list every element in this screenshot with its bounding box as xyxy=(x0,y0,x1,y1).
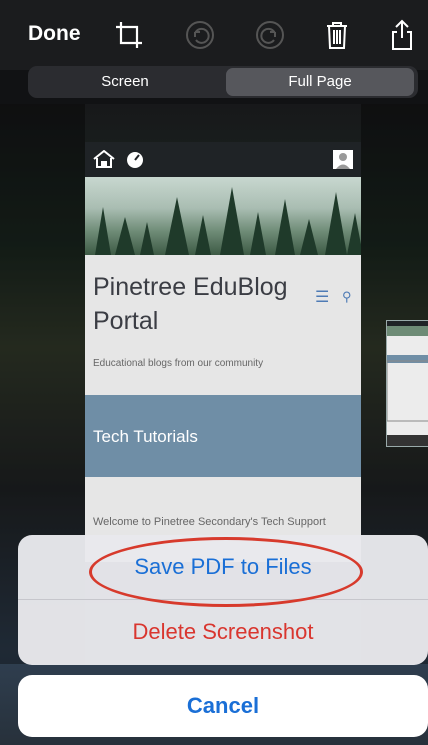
hamburger-menu-icon: ☰ xyxy=(315,289,330,306)
cancel-button[interactable]: Cancel xyxy=(18,675,428,737)
preview-nav-bar xyxy=(85,142,361,177)
done-button[interactable]: Done xyxy=(28,22,81,46)
section-title: Tech Tutorials xyxy=(93,427,198,446)
trash-icon[interactable] xyxy=(320,18,354,52)
page-thumbnail-scrubber[interactable] xyxy=(386,320,428,447)
segment-screen[interactable]: Screen xyxy=(28,66,222,98)
segment-full-page[interactable]: Full Page xyxy=(226,68,414,96)
site-title: Pinetree EduBlog Portal xyxy=(93,273,288,335)
forest-banner-image xyxy=(85,177,361,255)
capture-mode-segmented-control: Screen Full Page xyxy=(28,66,418,98)
search-icon: ⚲ xyxy=(342,289,352,304)
undo-icon[interactable] xyxy=(183,18,217,52)
user-avatar-icon xyxy=(333,150,353,169)
top-toolbar: Done xyxy=(0,0,428,70)
dashboard-icon xyxy=(127,152,143,168)
share-icon[interactable] xyxy=(385,18,419,52)
delete-screenshot-button[interactable]: Delete Screenshot xyxy=(18,600,428,664)
page-preview: Pinetree EduBlog Portal ☰ ⚲ Educational … xyxy=(85,142,361,562)
home-icon xyxy=(93,150,115,168)
redo-icon[interactable] xyxy=(253,18,287,52)
welcome-text: Welcome to Pinetree Secondary's Tech Sup… xyxy=(93,516,326,528)
crop-icon[interactable] xyxy=(112,18,146,52)
highlight-annotation-circle xyxy=(89,537,363,607)
site-tagline: Educational blogs from our community xyxy=(93,358,264,369)
